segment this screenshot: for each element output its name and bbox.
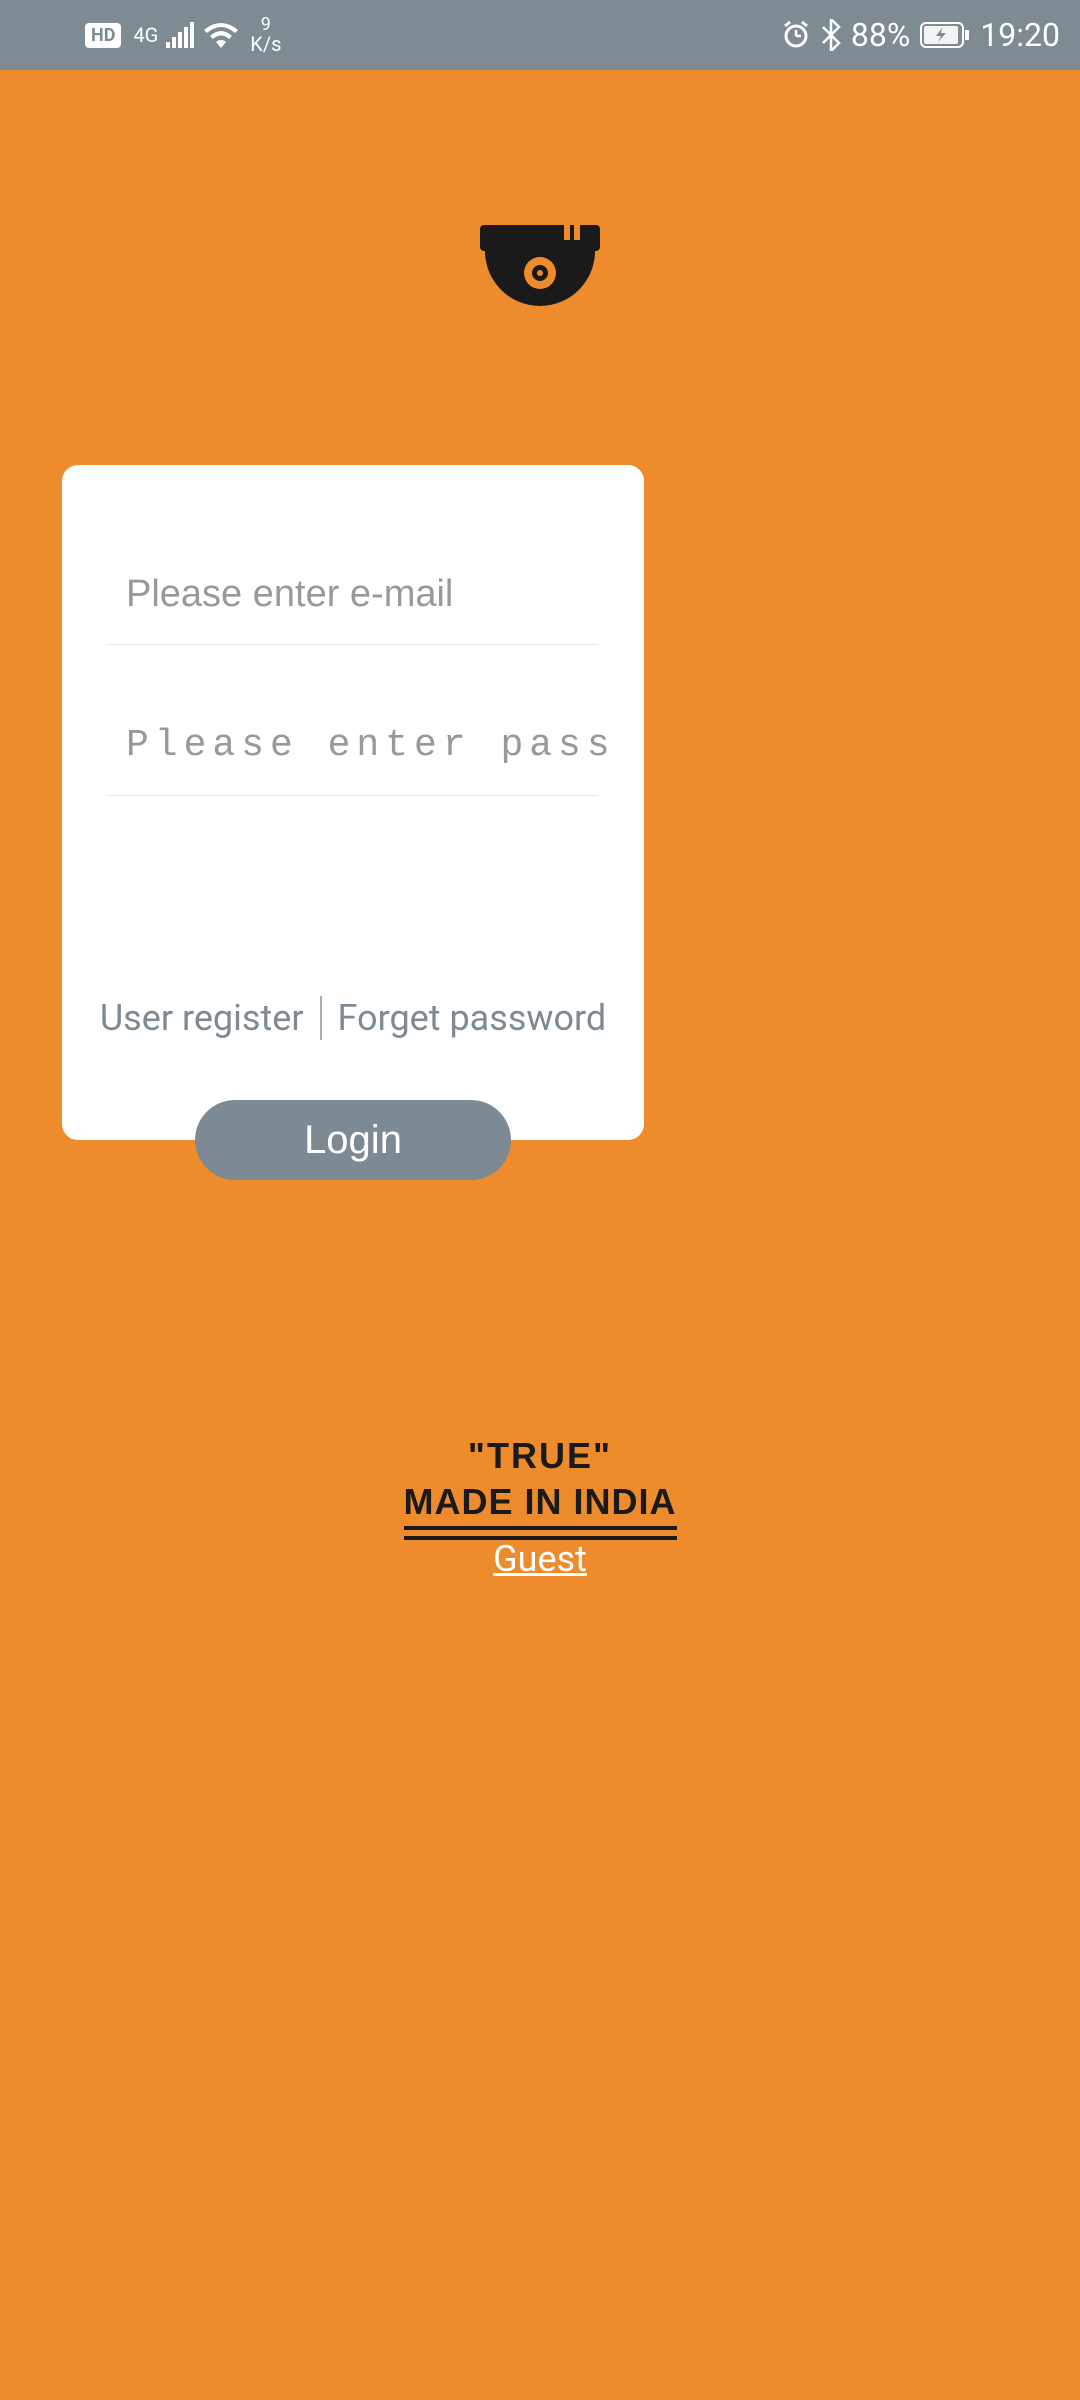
status-left: HD 4G 9 K/s [85, 16, 281, 54]
battery-icon [920, 22, 970, 48]
signal-icon [166, 22, 196, 48]
app-logo [0, 225, 1080, 315]
password-row [108, 695, 598, 796]
guest-link[interactable]: Guest [493, 1538, 587, 1580]
login-card: User register Forget password Login [62, 465, 644, 1140]
password-input[interactable] [126, 724, 610, 767]
status-right: 88% 19:20 [781, 16, 1060, 54]
divider [320, 996, 322, 1040]
status-bar: HD 4G 9 K/s [0, 0, 1080, 70]
data-speed: 9 K/s [250, 16, 281, 54]
alarm-icon [781, 20, 811, 50]
register-link[interactable]: User register [100, 997, 304, 1039]
hd-badge: HD [85, 23, 121, 48]
brand-line1: "TRUE" [468, 1435, 612, 1477]
wifi-icon [204, 22, 238, 48]
links-row: User register Forget password [62, 996, 644, 1040]
login-button[interactable]: Login [195, 1100, 511, 1180]
forget-password-link[interactable]: Forget password [338, 997, 607, 1039]
speed-unit: K/s [250, 34, 281, 54]
brand-line2: MADE IN INDIA [404, 1481, 677, 1530]
camera-icon [480, 225, 600, 315]
brand-area: "TRUE" MADE IN INDIA [0, 1435, 1080, 1530]
network-type: 4G [133, 23, 158, 47]
network-indicator: 4G [133, 22, 238, 48]
bluetooth-icon [821, 19, 841, 51]
battery-percent: 88% [851, 16, 910, 54]
email-row [108, 545, 598, 645]
email-input[interactable] [126, 573, 615, 616]
clock-time: 19:20 [980, 16, 1060, 54]
